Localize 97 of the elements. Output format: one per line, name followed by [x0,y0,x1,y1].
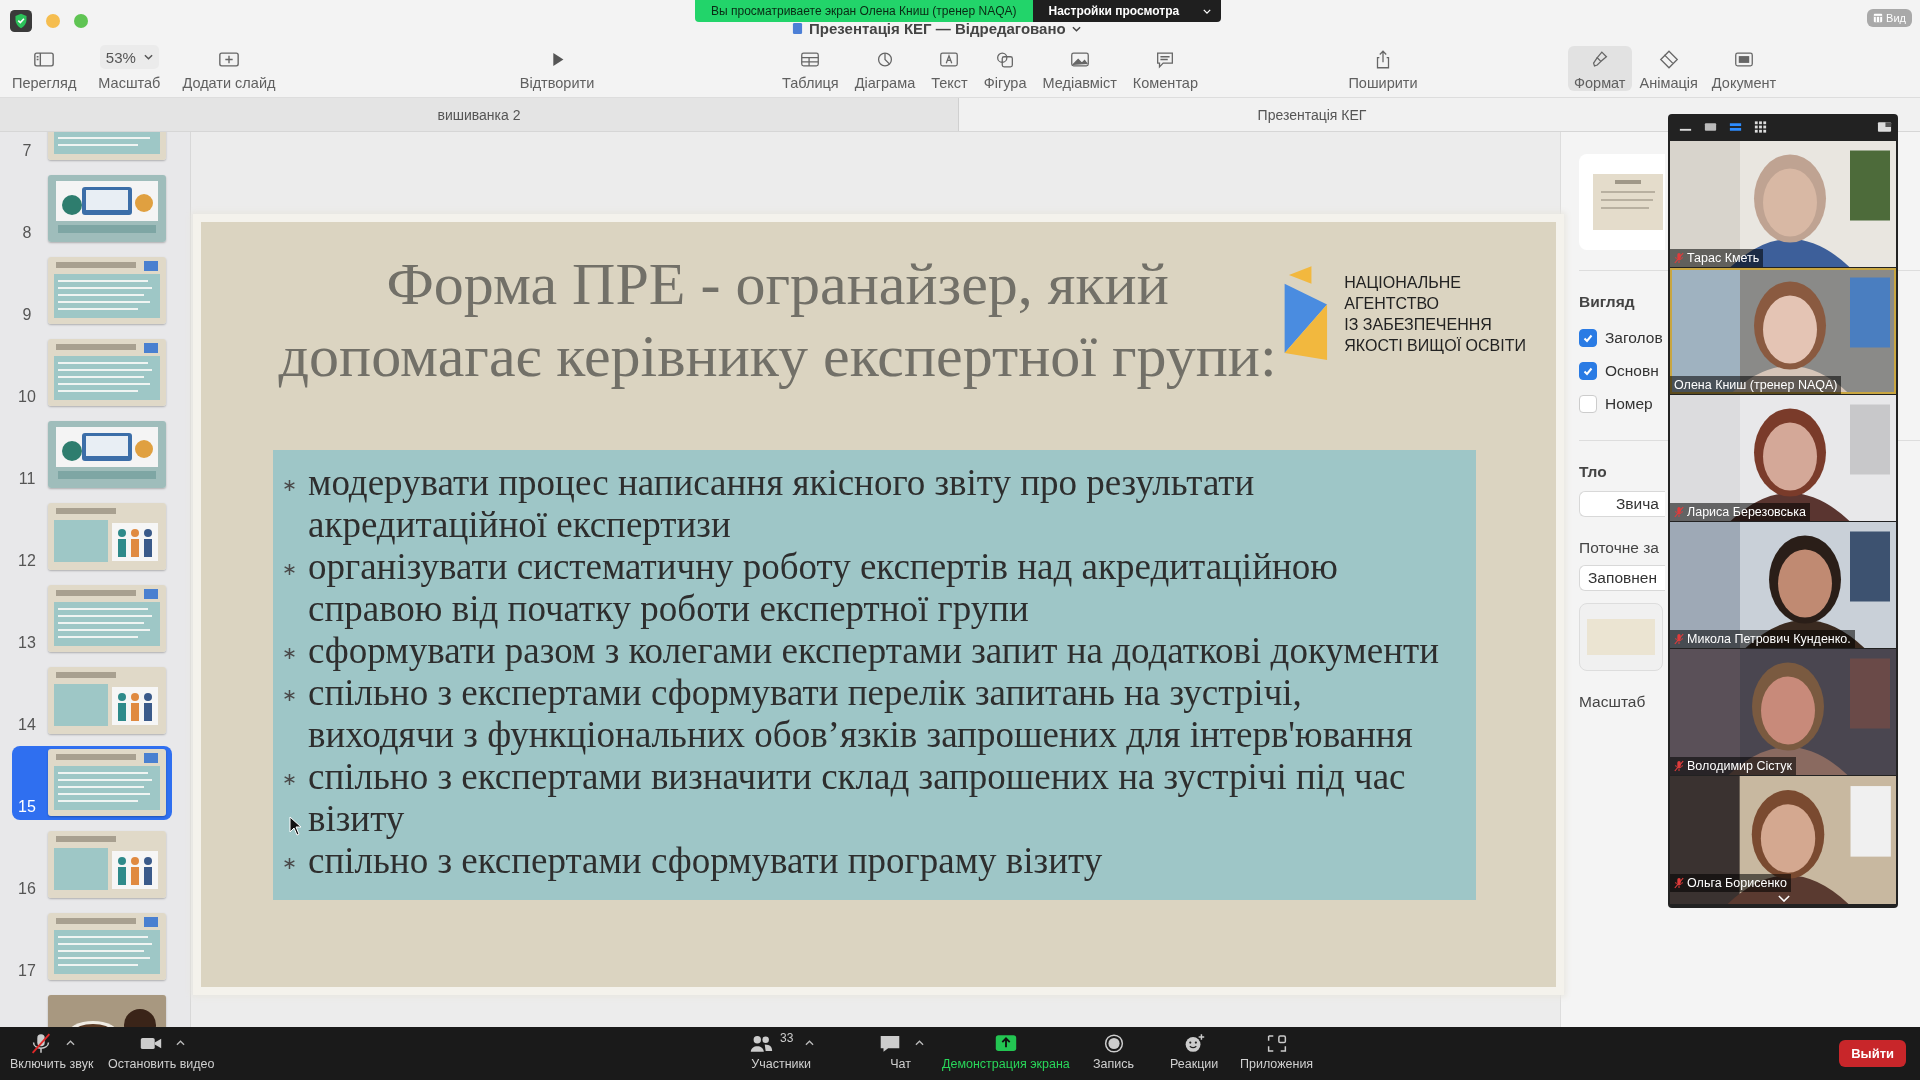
logo-text: НАЦІОНАЛЬНЕ АГЕНТСТВО ІЗ ЗАБЕЗПЕЧЕННЯ ЯКОСТІ ВИЩОЇ ОСВІТИ [1344,273,1526,356]
exit-fullscreen-icon[interactable] [1877,121,1892,133]
bullet-icon [283,689,296,702]
participant-name: Тарас Кметь [1687,251,1760,265]
document-icon[interactable] [1733,50,1755,69]
window-title: Презентація КЕГ — Відредаговано [809,20,1066,37]
chevron-icon[interactable] [1778,895,1790,902]
slide-number: 14 [17,716,37,734]
toolbar-label[interactable]: Поширити [1348,75,1418,91]
slide-thumbnail[interactable] [48,339,166,406]
checkbox-label: Основн [1605,361,1659,380]
participant-name: Лариса Березовська [1687,505,1807,519]
caret-icon[interactable] [175,1040,185,1046]
toolbar-label[interactable]: Додати слайд [182,75,276,91]
slide-thumbnail[interactable] [48,749,166,816]
fill-dropdown[interactable]: Заповнен [1579,565,1665,591]
slide-number: 11 [17,470,37,488]
slide-number: 12 [17,552,37,570]
toolbar-label[interactable]: Коментар [1132,75,1198,91]
slide-thumbnail[interactable] [48,585,166,652]
slide-thumbnail[interactable] [48,831,166,898]
inspector-tab[interactable]: Формат [1568,46,1632,91]
toolbar-label[interactable]: Діаграма [854,75,916,91]
sidebar-icon[interactable] [33,50,56,69]
text-icon[interactable] [938,50,961,69]
zoom-dropdown[interactable]: 53% [99,45,159,69]
checkbox[interactable] [1579,394,1597,413]
participant-count: 33 [780,1031,794,1045]
section-heading: Вигляд [1579,293,1635,311]
control-label[interactable]: Чат [890,1057,911,1071]
slide-thumbnail[interactable] [48,913,166,980]
bullet-text: спільно з експертами сформувати програму візиту [308,840,1103,882]
slide-number: 15 [17,798,37,816]
slide-number: 16 [17,880,37,898]
slide-number: 9 [21,306,33,324]
speaker-view-icon[interactable] [1703,121,1718,133]
participant-name: Олена Книш (тренер NAQA) [1674,378,1838,392]
caret-icon[interactable] [805,1040,815,1046]
bullet-text: сформувати разом з колегами експертами запит на додаткові документи [308,630,1439,672]
media-icon[interactable] [1068,50,1091,69]
toolbar-label[interactable]: Масштаб [98,75,161,91]
slide-number: 13 [17,634,37,652]
slide-thumbnail[interactable] [48,175,166,242]
caret-icon[interactable] [915,1040,924,1046]
view-options-button[interactable]: Настройки просмотра [1032,0,1222,22]
toolbar-label[interactable]: Перегляд [12,75,77,91]
control-label[interactable]: Демонстрация экрана [942,1057,1070,1071]
slide-number: 7 [21,142,33,160]
bullet-icon [283,857,296,870]
toolbar-label[interactable]: Фігура [983,75,1027,91]
bullet-icon [283,563,296,576]
caret-icon[interactable] [1071,25,1081,32]
slide-thumbnail[interactable] [48,421,166,488]
list-view-icon[interactable] [1728,121,1743,133]
control-label[interactable]: Участники [751,1057,812,1071]
document-icon [792,22,803,35]
table-icon[interactable] [799,50,822,69]
layout-thumbnail[interactable] [1591,174,1665,230]
caret-icon[interactable] [66,1040,76,1046]
shield-icon [10,10,32,32]
section-heading: Поточне за [1579,539,1659,557]
slide-number: 10 [17,388,37,406]
control-label[interactable]: Приложения [1240,1057,1314,1071]
participant-name: Микола Петрович Кунденко. [1687,632,1851,646]
slide-number: 8 [21,224,33,242]
inspector-tab[interactable]: Документ [1705,46,1783,91]
slide-thumbnail[interactable] [48,667,166,734]
section-heading: Масштаб [1579,693,1646,711]
control-label[interactable]: Остановить видео [108,1057,215,1071]
diamond-icon[interactable] [1657,50,1680,69]
bullet-icon [283,479,296,492]
checkbox-label: Номер [1605,394,1653,413]
slide-thumbnail[interactable] [48,503,166,570]
inspector-tab[interactable]: Анімація [1633,46,1704,91]
toolbar-label[interactable]: Відтворити [519,75,595,91]
participant-name: Ольга Борисенко [1687,876,1787,890]
grid-view-icon[interactable] [1753,121,1768,133]
control-label[interactable]: Включить звук [10,1057,94,1071]
toolbar-label[interactable]: Медіавміст [1042,75,1117,91]
section-heading: Тло [1579,463,1607,481]
background-dropdown[interactable]: Звича [1579,491,1665,517]
slide-title: Форма ПРЕ - огранайзер, який допомагає керівнику експертної групи: [277,250,1278,391]
bullet-icon [283,773,296,786]
slide-number: 17 [17,962,37,980]
participant-name: Володимир Сістук [1687,759,1793,773]
leave-button[interactable]: Выйти [1839,1040,1906,1067]
toolbar-label[interactable]: Таблиця [782,75,839,91]
screen-share-banner: Вы просматриваете экран Олена Книш (тренер NAQA) [695,0,1033,22]
control-label[interactable]: Реакции [1170,1057,1219,1071]
control-label[interactable]: Запись [1093,1057,1134,1071]
plus-icon[interactable] [217,50,240,69]
cursor-icon [289,816,303,836]
bullet-icon [283,647,296,660]
toolbar-label[interactable]: Текст [931,75,968,91]
document-tab[interactable]: вишиванка 2 [0,98,959,131]
slide-thumbnail[interactable] [48,257,166,324]
checkbox-label: Заголов [1605,328,1663,347]
